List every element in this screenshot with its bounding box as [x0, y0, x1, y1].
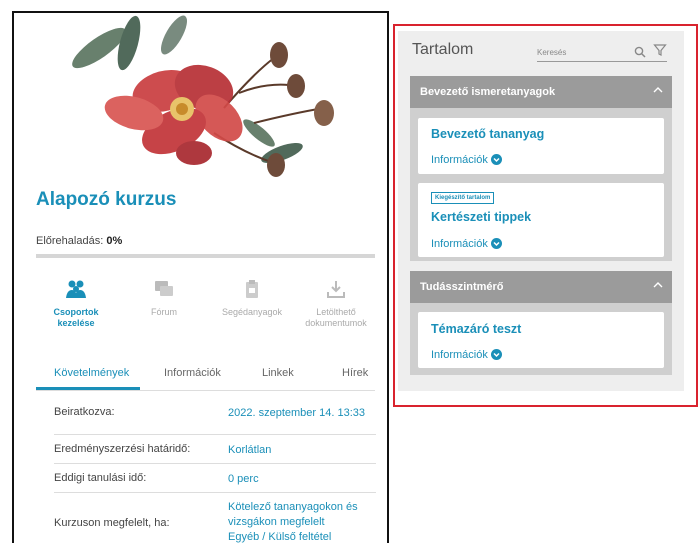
requirement-row: Kurzuson megfelelt, ha: Kötelező tananya…	[54, 493, 376, 543]
section-title: Tudásszintmérő	[420, 281, 504, 293]
requirement-key: Kurzuson megfelelt, ha:	[54, 517, 170, 529]
tab-news[interactable]: Hírek	[342, 367, 368, 379]
tool-materials[interactable]: Segédanyagok	[212, 279, 292, 318]
section-title: Bevezető ismeretanyagok	[420, 86, 556, 98]
requirement-key: Eddigi tanulási idő:	[54, 472, 147, 484]
chevron-down-icon	[490, 349, 502, 360]
groups-icon	[66, 280, 86, 298]
content-item[interactable]: Témazáró teszt Információk	[418, 312, 664, 368]
download-icon	[327, 281, 345, 298]
tool-downloads-label-1: Letölthető	[316, 307, 356, 317]
tool-groups[interactable]: Csoportok kezelése	[36, 279, 116, 329]
search-box	[537, 44, 667, 62]
info-link-label: Információk	[431, 154, 488, 166]
tab-information[interactable]: Információk	[164, 367, 221, 379]
requirement-key: Eredményszerzési határidő:	[54, 443, 191, 455]
forum-icon	[155, 281, 173, 296]
tool-materials-label: Segédanyagok	[221, 307, 283, 317]
progress-bar	[36, 254, 375, 258]
content-item[interactable]: Kiegészítő tartalom Kertészeti tippek In…	[418, 183, 664, 257]
supplementary-badge: Kiegészítő tartalom	[431, 192, 495, 204]
requirement-value: Korlátlan	[228, 444, 272, 456]
requirement-value: 2022. szeptember 14. 13:33	[228, 407, 365, 419]
chevron-up-icon[interactable]	[652, 84, 664, 96]
content-section: Tudásszintmérő Témazáró teszt Információ…	[410, 271, 672, 375]
materials-icon	[246, 280, 258, 298]
tab-requirements[interactable]: Követelmények	[54, 367, 129, 379]
info-link-label: Információk	[431, 349, 488, 361]
requirement-value-line: Egyéb / Külső feltétel teljesítve	[228, 531, 332, 543]
chevron-up-icon[interactable]	[652, 279, 664, 291]
chevron-down-icon	[490, 154, 502, 165]
content-item-title[interactable]: Bevezető tananyag	[431, 127, 544, 141]
requirement-row: Eddigi tanulási idő: 0 perc	[54, 464, 376, 493]
requirement-value-line: vizsgákon megfelelt	[228, 516, 325, 528]
tool-forum-label: Fórum	[150, 307, 177, 317]
filter-icon[interactable]	[653, 43, 667, 57]
info-link[interactable]: Információk	[431, 349, 502, 361]
requirement-value: Kötelező tananyagokon és vizsgákon megfe…	[228, 500, 376, 543]
requirement-row: Beiratkozva: 2022. szeptember 14. 13:33	[54, 406, 376, 435]
requirement-value-line: Kötelező tananyagokon és	[228, 501, 358, 513]
content-panel-title: Tartalom	[412, 41, 474, 58]
info-link-label: Információk	[431, 238, 488, 250]
section-header[interactable]: Bevezető ismeretanyagok	[410, 76, 672, 108]
requirement-key: Beiratkozva:	[54, 406, 115, 418]
course-tabs: Követelmények Információk Linkek Hírek	[36, 363, 375, 391]
progress-label: Előrehaladás: 0%	[36, 235, 122, 247]
section-header[interactable]: Tudásszintmérő	[410, 271, 672, 303]
tab-links[interactable]: Linkek	[262, 367, 294, 379]
info-link[interactable]: Információk	[431, 154, 502, 166]
search-icon[interactable]	[633, 45, 647, 59]
tool-downloads-label-2: dokumentumok	[305, 318, 367, 328]
tool-forum[interactable]: Fórum	[124, 279, 204, 318]
progress-label-text: Előrehaladás:	[36, 235, 104, 247]
content-item-title[interactable]: Témazáró teszt	[431, 322, 521, 336]
progress-value: 0%	[106, 235, 123, 247]
content-item[interactable]: Bevezető tananyag Információk	[418, 118, 664, 174]
requirement-row: Eredményszerzési határidő: Korlátlan	[54, 435, 376, 464]
requirements-table: Beiratkozva: 2022. szeptember 14. 13:33 …	[54, 406, 376, 543]
course-panel: Alapozó kurzus Előrehaladás: 0% Csoporto…	[12, 11, 389, 543]
content-panel: Tartalom Bevezető ismeretanyagok Bevezet…	[398, 31, 684, 391]
content-section: Bevezető ismeretanyagok Bevezető tananya…	[410, 76, 672, 261]
info-link[interactable]: Információk	[431, 238, 502, 250]
course-cover-image	[14, 13, 387, 178]
requirement-value: 0 perc	[228, 473, 259, 485]
search-input[interactable]	[537, 44, 627, 60]
tool-downloads[interactable]: Letölthető dokumentumok	[296, 279, 376, 329]
course-title: Alapozó kurzus	[36, 189, 177, 210]
chevron-down-icon	[490, 238, 502, 249]
tool-groups-label-2: kezelése	[57, 318, 95, 328]
tool-groups-label-1: Csoportok	[53, 307, 99, 317]
active-tab-indicator	[36, 387, 140, 390]
content-item-title[interactable]: Kertészeti tippek	[431, 210, 531, 224]
course-tools: Csoportok kezelése Fórum Segédanyagok Le…	[36, 279, 375, 339]
